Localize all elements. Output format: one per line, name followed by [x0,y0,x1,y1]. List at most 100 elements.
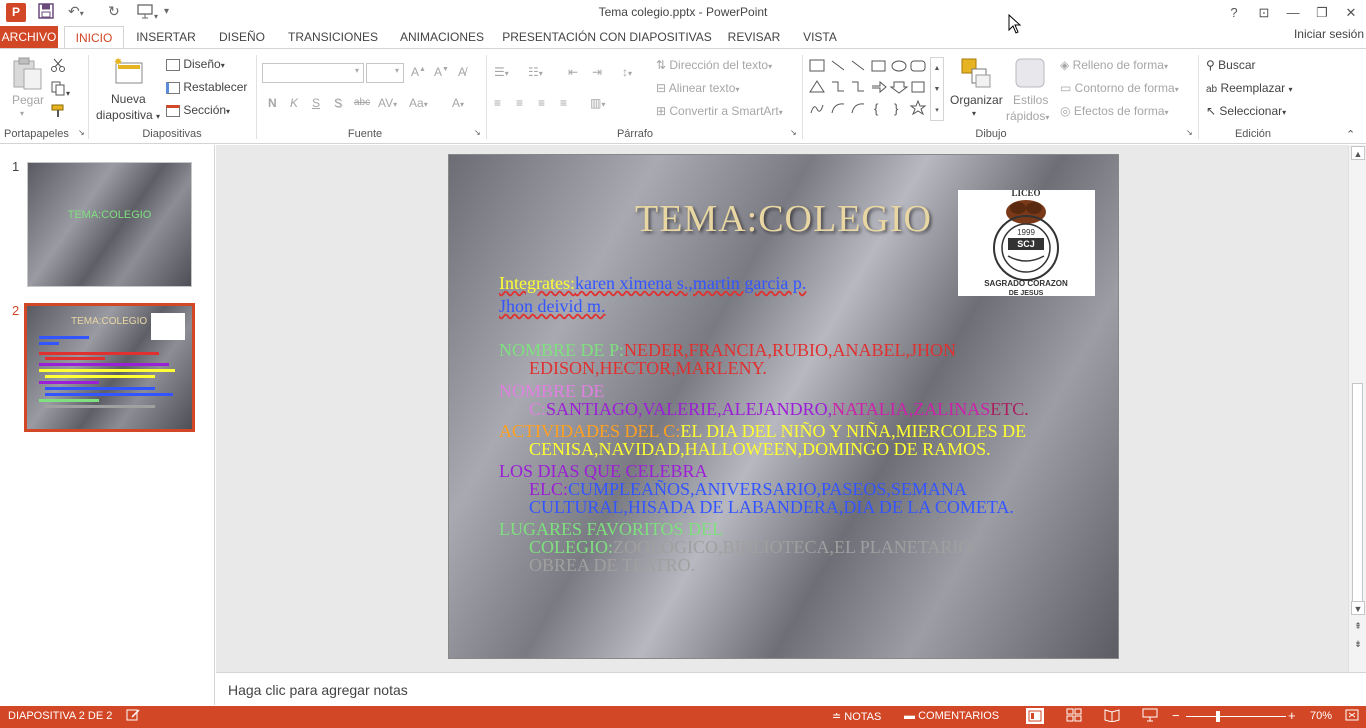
slide-thumbnail-1[interactable]: TEMA:COLEGIO [27,162,192,287]
undo-icon[interactable]: ↶▾ [68,3,84,20]
slide-thumbnail-2[interactable]: TEMA:COLEGIO [24,303,195,432]
notes-toggle[interactable]: ≐ NOTAS [832,710,881,723]
shape-effects-button[interactable]: ◎ Efectos de forma▾ [1060,104,1169,118]
bold-button[interactable]: N [268,96,277,110]
change-case-button[interactable]: Aa▾ [409,96,428,110]
cut-icon[interactable] [50,57,66,76]
shadow-button[interactable]: S [334,96,342,110]
tab-animaciones[interactable]: ANIMACIONES [392,26,492,49]
vertical-scrollbar[interactable]: ▲ ▼ ⇞ ⇟ [1348,145,1366,672]
align-text-button[interactable]: ⊟ Alinear texto▾ [656,81,739,95]
tab-presentacion[interactable]: PRESENTACIÓN CON DIAPOSITIVAS [500,26,714,49]
font-name-combobox[interactable]: ▾ [262,63,364,83]
copy-icon[interactable]: ▾ [50,80,70,99]
shapes-gallery[interactable]: { } [808,57,930,121]
fit-slide-icon[interactable] [1344,708,1360,725]
shape-fill-button[interactable]: ◈ Relleno de forma▾ [1060,58,1168,72]
increase-indent-icon[interactable]: ⇥ [592,65,602,79]
current-slide[interactable]: TEMA:COLEGIO LICEO 1999 SCJ SAGRADO CORA… [448,154,1119,659]
align-center-icon[interactable]: ≡ [516,96,523,110]
font-color-button[interactable]: A▾ [452,96,464,110]
zoom-in-button[interactable]: + [1288,708,1296,723]
zoom-out-button[interactable]: − [1172,708,1180,723]
strikethrough-button[interactable]: abc [354,97,370,108]
arrange-icon[interactable] [960,57,992,89]
school-logo[interactable]: LICEO 1999 SCJ SAGRADO CORAZON DE JESUS [958,188,1095,297]
reset-button[interactable]: Restablecer [166,80,247,94]
arrange-button[interactable]: Organizar [950,93,1003,107]
format-painter-icon[interactable] [50,103,66,122]
scrollbar-thumb[interactable] [1352,383,1363,605]
new-slide-icon[interactable]: ✸ [112,57,144,89]
quick-styles-label-1[interactable]: Estilos [1013,93,1048,107]
signin-link[interactable]: Iniciar sesión [1294,27,1364,41]
quick-styles-label-2[interactable]: rápidos▾ [1006,109,1049,123]
italic-button[interactable]: K [290,96,298,110]
font-size-combobox[interactable]: ▾ [366,63,404,83]
select-button[interactable]: ↖ Seleccionar▾ [1206,104,1286,118]
previous-slide-icon[interactable]: ⇞ [1351,619,1365,633]
character-spacing-button[interactable]: AV▾ [378,96,397,110]
tab-transiciones[interactable]: TRANSICIONES [282,26,384,49]
parrafo-launcher-icon[interactable]: ↘ [790,128,797,137]
numbering-icon[interactable]: ☷▾ [528,65,543,79]
align-right-icon[interactable]: ≡ [538,96,545,110]
new-slide-label-1[interactable]: Nueva [111,92,146,106]
ribbon-display-options-button[interactable]: ⊡ [1250,2,1278,24]
start-from-beginning-icon[interactable]: ▾ [136,3,158,22]
tab-inicio[interactable]: INICIO [64,26,124,50]
collapse-ribbon-icon[interactable]: ⌃ [1346,128,1355,141]
scroll-up-icon[interactable]: ▲ [1351,146,1365,160]
scroll-down-icon[interactable]: ▼ [1351,601,1365,615]
new-slide-label-2[interactable]: diapositiva ▾ [96,108,160,122]
zoom-level[interactable]: 70% [1310,710,1332,722]
comments-toggle[interactable]: ▬ COMENTARIOS [904,710,999,722]
text-direction-button[interactable]: ⇅ Dirección del texto▾ [656,58,772,72]
layout-button[interactable]: Diseño▾ [166,57,225,71]
section-button[interactable]: Sección▾ [166,103,230,117]
slideshow-icon[interactable] [1142,708,1158,725]
spell-check-icon[interactable] [126,708,140,725]
slide-title[interactable]: TEMA:COLEGIO [635,197,932,241]
dibujo-launcher-icon[interactable]: ↘ [1186,128,1193,137]
fuente-launcher-icon[interactable]: ↘ [474,128,481,137]
find-button[interactable]: ⚲ Buscar [1206,58,1256,72]
help-button[interactable]: ? [1220,2,1248,24]
zoom-slider-track[interactable] [1186,716,1286,717]
increase-font-icon[interactable]: A▲ [411,65,426,79]
shapes-gallery-scroll[interactable]: ▲ ▼ ▾ [930,57,944,121]
decrease-indent-icon[interactable]: ⇤ [568,65,578,79]
replace-button[interactable]: ab Reemplazar ▾ [1206,81,1293,95]
portapapeles-launcher-icon[interactable]: ↘ [78,128,85,137]
close-button[interactable]: ✕ [1337,2,1365,24]
tab-archivo[interactable]: ARCHIVO [0,26,58,49]
paste-dropdown-icon[interactable]: ▾ [20,109,24,118]
align-left-icon[interactable]: ≡ [494,96,501,110]
justify-icon[interactable]: ≡ [560,96,567,110]
paste-button[interactable]: Pegar [12,93,44,107]
notes-pane[interactable]: Haga clic para agregar notas [216,672,1366,706]
arrange-dropdown-icon[interactable]: ▾ [972,109,976,118]
columns-icon[interactable]: ▥▾ [590,96,605,110]
minimize-button[interactable]: — [1279,2,1307,24]
next-slide-icon[interactable]: ⇟ [1351,637,1365,651]
clear-formatting-icon[interactable]: A̸ [458,65,466,79]
underline-button[interactable]: S [312,96,320,110]
line-spacing-icon[interactable]: ↕▾ [622,65,632,79]
tab-diseno[interactable]: DISEÑO [208,26,276,49]
smartart-button[interactable]: ⊞ Convertir a SmartArt▾ [656,104,783,118]
normal-view-icon[interactable] [1026,708,1044,724]
zoom-slider-thumb[interactable] [1216,711,1220,722]
quick-styles-icon[interactable] [1014,57,1046,89]
redo-icon[interactable]: ↻ [108,3,120,20]
shape-outline-button[interactable]: ▭ Contorno de forma▾ [1060,81,1179,95]
powerpoint-logo-icon[interactable]: P [6,3,26,22]
restore-button[interactable]: ❐ [1308,2,1336,24]
tab-revisar[interactable]: REVISAR [722,26,786,49]
bullets-icon[interactable]: ☰▾ [494,65,509,79]
slide-sorter-icon[interactable] [1066,708,1082,725]
reading-view-icon[interactable] [1104,708,1120,725]
tab-vista[interactable]: VISTA [794,26,846,49]
save-icon[interactable] [38,3,54,22]
customize-qat-icon[interactable]: ▾ [164,6,169,17]
